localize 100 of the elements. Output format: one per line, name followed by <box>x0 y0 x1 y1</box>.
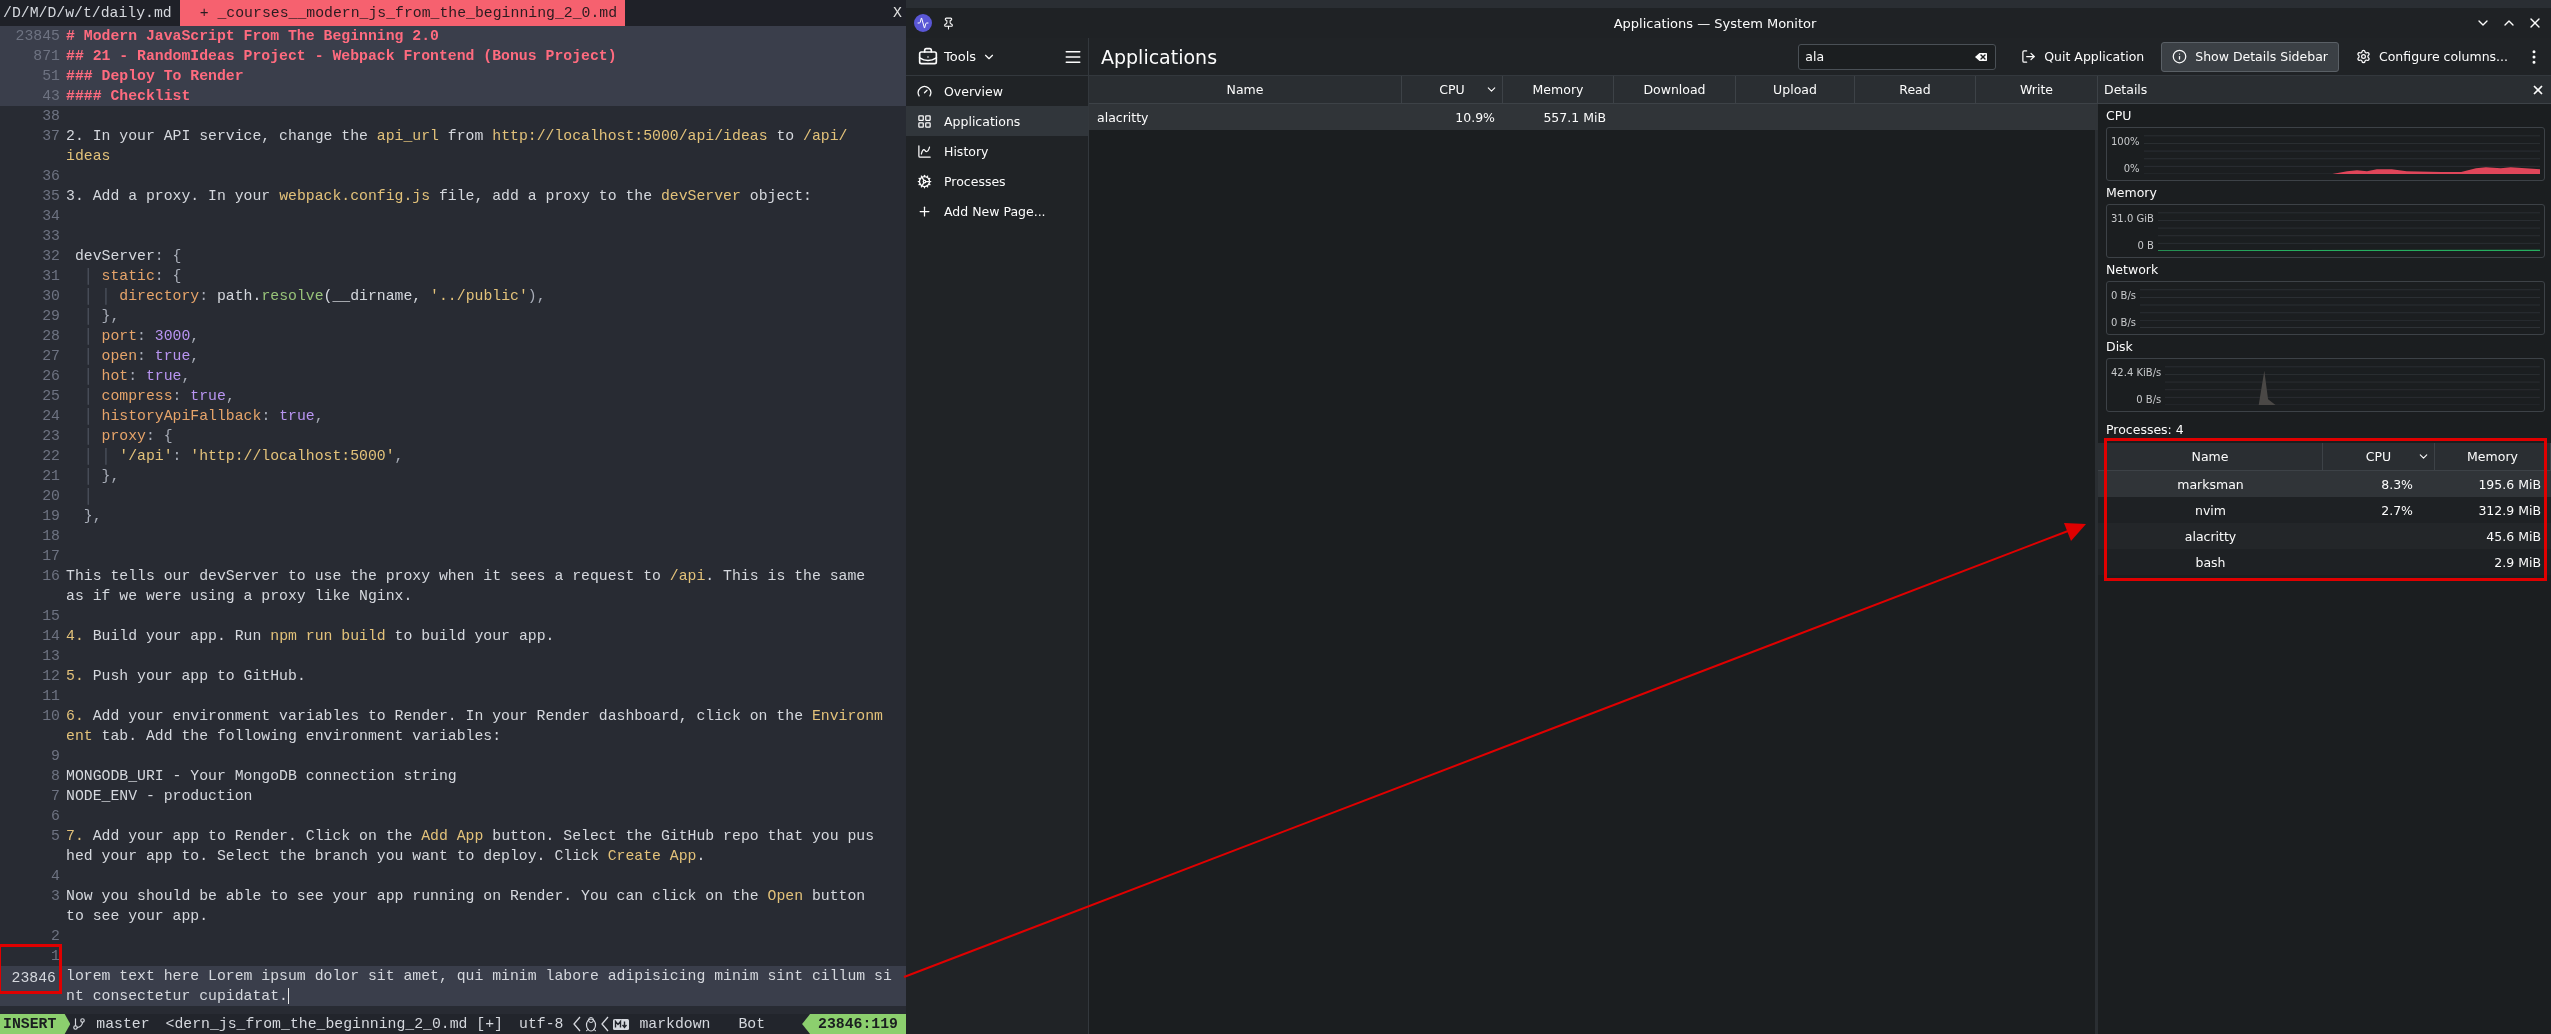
toolbar-button[interactable]: Quit Application <box>2010 41 2156 72</box>
text-cursor <box>288 988 289 1005</box>
table-cell: alacritty <box>2098 523 2323 549</box>
table-cell: 8.3% <box>2323 471 2435 497</box>
code-line: ent tab. Add the following environment variables: <box>66 727 503 746</box>
column-header[interactable]: Write <box>1976 76 2098 104</box>
grid-icon <box>917 113 932 129</box>
line-number: 37 <box>41 127 60 146</box>
graph-title: Network <box>2106 262 2160 277</box>
editor-tab[interactable]: + _courses__modern_js_from_the_beginning_2_0.md <box>179 0 626 26</box>
line-number: 14 <box>41 627 60 646</box>
settings-icon <box>2356 49 2371 64</box>
window-title: Applications — System Monitor <box>1612 15 1818 31</box>
code-line: ideas <box>66 147 112 166</box>
column-header[interactable]: Memory <box>2435 443 2551 471</box>
markdown-icon <box>611 1018 632 1030</box>
line-number: 36 <box>41 167 60 186</box>
line-number: 1 <box>50 947 60 966</box>
pin-icon[interactable] <box>942 16 955 30</box>
sidebar-item[interactable]: Applications <box>906 106 1088 136</box>
cursor-position: 23846:119 <box>802 1014 906 1034</box>
code-line: │ static: { <box>82 267 183 286</box>
axis-label: 0 B <box>2137 240 2154 251</box>
line-number: 31 <box>41 267 60 286</box>
code-line: │ │ directory: path.resolve(__dirname, '../public'), <box>82 287 547 306</box>
toolbar-button[interactable]: Configure columns... <box>2345 41 2519 72</box>
code-line: hed your app to. Select the branch you want to deploy. Click Create App. <box>66 847 707 866</box>
code-line: 6. Add your environment variables to Render. In your Render dashboard, click on the Environm <box>66 707 884 726</box>
sidebar-item[interactable]: History <box>906 136 1088 166</box>
column-header[interactable]: Name <box>2098 443 2323 471</box>
code-line: # Modern JavaScript From The Beginning 2.0 <box>66 27 440 46</box>
code-line: nt consectetur cupidatat. <box>66 987 290 1006</box>
graph-title: Memory <box>2106 185 2158 200</box>
line-number: 27 <box>41 347 60 366</box>
code-line: │ proxy: { <box>82 427 174 446</box>
axis-label: 42.4 KiB/s <box>2111 367 2162 378</box>
close-tab-button[interactable]: X <box>893 5 902 21</box>
line-number: 28 <box>41 327 60 346</box>
line-number: 15 <box>41 607 60 626</box>
toolbar-button[interactable]: Show Details Sidebar <box>2161 41 2339 72</box>
column-header[interactable]: Read <box>1855 76 1976 104</box>
code-line: 5. Push your app to GitHub. <box>66 667 307 686</box>
column-header[interactable]: Name <box>1089 76 1402 104</box>
table-cell: nvim <box>2098 497 2323 523</box>
line-number: 38 <box>41 107 60 126</box>
line-number: 10 <box>41 707 60 726</box>
column-header[interactable]: Download <box>1614 76 1736 104</box>
column-header[interactable]: Upload <box>1736 76 1855 104</box>
sidebar-item[interactable]: Overview <box>906 76 1088 106</box>
line-number: 25 <box>41 387 60 406</box>
axis-label: 0 B/s <box>2111 290 2136 301</box>
line-number: 16 <box>41 567 60 586</box>
line-number: 3 <box>50 887 60 906</box>
table-cell: 557.1 MiB <box>1503 104 1614 130</box>
code-line: to see your app. <box>66 907 210 926</box>
code-line: This tells our devServer to use the proxy when it sees a request to /api. This is the same <box>66 567 867 586</box>
code-line: │ compress: true, <box>82 387 236 406</box>
line-number: 20 <box>41 487 60 506</box>
code-line: │ port: 3000, <box>82 327 201 346</box>
code-line: as if we were using a proxy like Nginx. <box>66 587 414 606</box>
axis-label: 100% <box>2111 136 2140 147</box>
column-header[interactable]: CPU <box>1402 76 1503 104</box>
plus-icon <box>917 203 932 219</box>
table-cell: 45.6 MiB <box>2435 523 2551 549</box>
code-line: 7. Add your app to Render. Click on the Add App button. Select the GitHub repo that you pus <box>66 827 876 846</box>
info-icon <box>2172 49 2188 64</box>
code-line: #### Checklist <box>66 87 192 106</box>
column-header[interactable]: Memory <box>1503 76 1614 104</box>
line-number: 9 <box>50 747 60 766</box>
table-cell: marksman <box>2098 471 2323 497</box>
table-cell: bash <box>2098 549 2323 575</box>
file-type: markdown <box>638 1016 712 1032</box>
line-number: 24 <box>41 407 60 426</box>
code-line: │ historyApiFallback: true, <box>82 407 325 426</box>
code-line: │ <box>82 487 94 506</box>
mode-indicator: INSERT <box>0 1014 71 1034</box>
line-number: 11 <box>41 687 60 706</box>
search-field[interactable]: ala <box>1798 43 1997 70</box>
line-number: 7 <box>50 787 60 806</box>
table-cell: 312.9 MiB <box>2435 497 2551 523</box>
column-header[interactable]: CPU <box>2323 443 2435 471</box>
line-number: 34 <box>41 207 60 226</box>
line-number: 33 <box>41 227 60 246</box>
axis-label: 0% <box>2123 163 2140 174</box>
line-number: 19 <box>41 507 60 526</box>
exit-icon <box>2021 49 2037 64</box>
tools-menu-button[interactable]: Tools <box>918 46 997 67</box>
code-line: │ }, <box>82 307 121 326</box>
line-number: 5 <box>50 827 60 846</box>
app-icon <box>914 14 932 32</box>
line-number: 29 <box>41 307 60 326</box>
line-number: 32 <box>41 247 60 266</box>
table-cell: 10.9% <box>1402 104 1503 130</box>
code-line: devServer: { <box>73 247 183 266</box>
table-cell: 2.9 MiB <box>2435 549 2551 575</box>
sidebar-item[interactable]: Add New Page... <box>906 196 1088 226</box>
process-count: Processes: 4 <box>2106 422 2184 437</box>
sidebar-item[interactable]: Processes <box>906 166 1088 196</box>
details-title: Details <box>2104 82 2148 97</box>
line-number: 21 <box>41 467 60 486</box>
